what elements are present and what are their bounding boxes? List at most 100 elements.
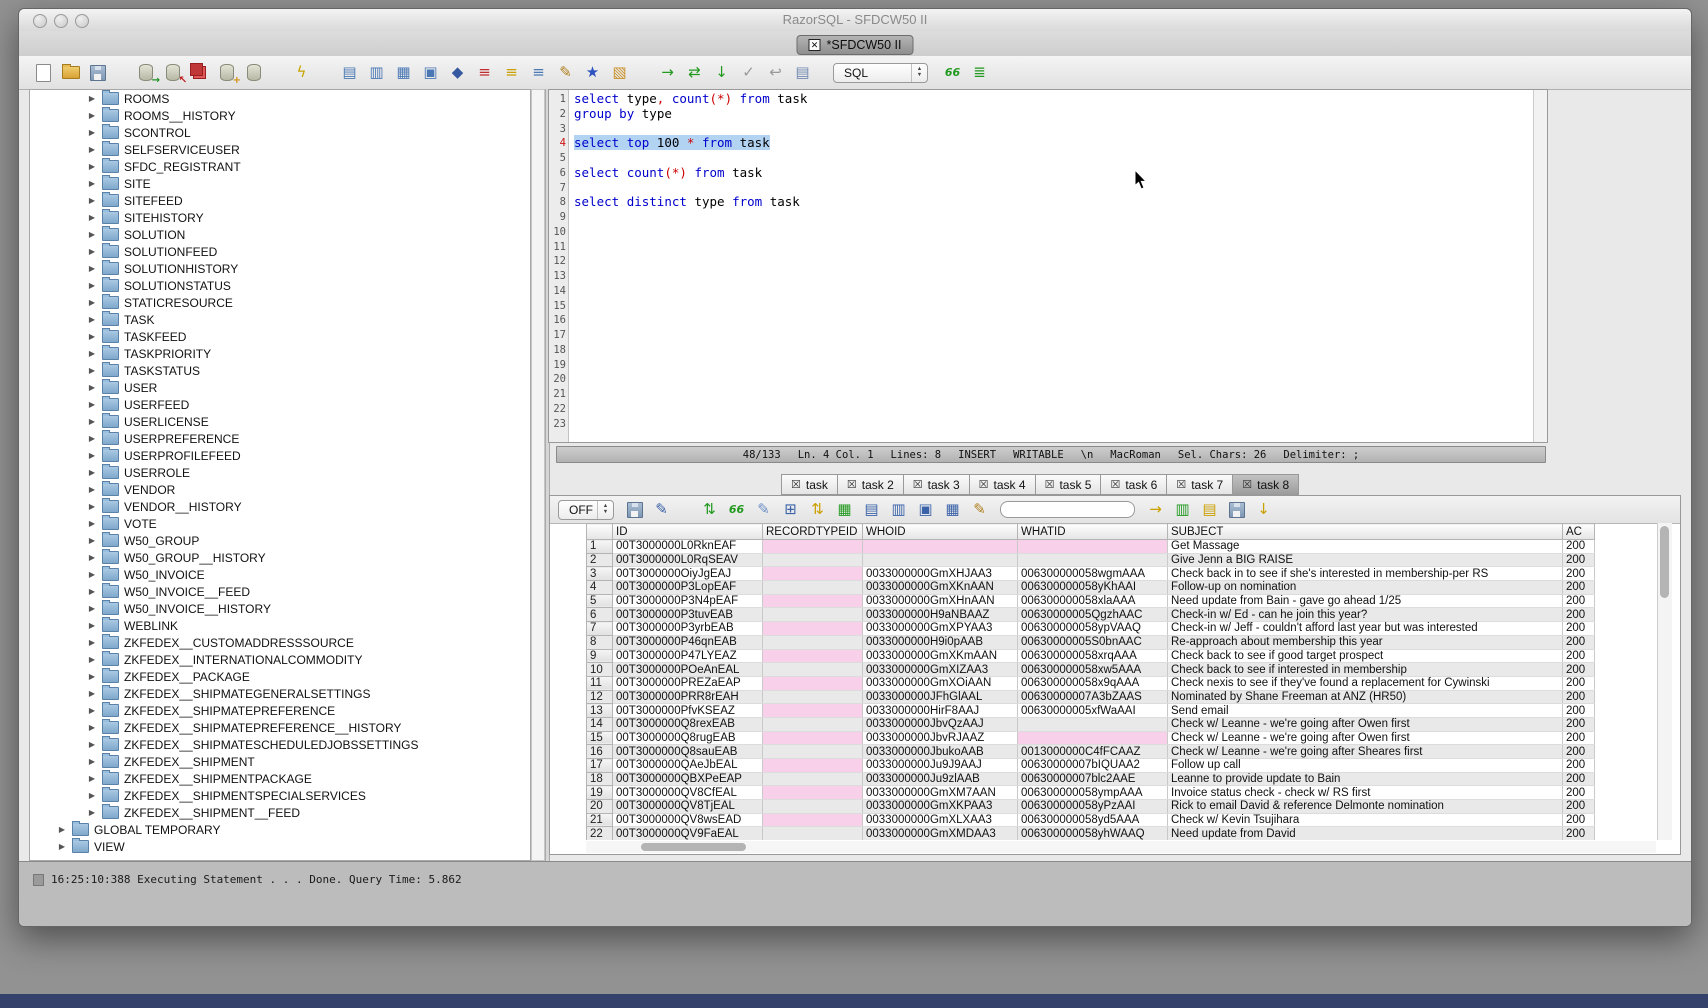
cell-whoid[interactable]: 0033000000GmXKnAAN (863, 581, 1018, 595)
cell-ac[interactable]: 200 (1563, 594, 1595, 608)
disclosure-triangle-icon[interactable]: ▶ (87, 774, 97, 783)
table-row[interactable]: 2000T3000000QV8TjEAL 0033000000GmXKPAA30… (587, 800, 1595, 814)
disclosure-triangle-icon[interactable]: ▶ (87, 298, 97, 307)
disclosure-triangle-icon[interactable]: ▶ (87, 519, 97, 528)
close-tab-icon[interactable]: ✕ (808, 39, 820, 51)
disclosure-triangle-icon[interactable]: ▶ (87, 706, 97, 715)
column-header-recordtypeid[interactable]: RECORDTYPEID (763, 524, 863, 540)
cell-whoid[interactable]: 0033000000GmXPYAA3 (863, 622, 1018, 636)
tree-item[interactable]: ▶SELFSERVICEUSER (30, 141, 530, 158)
cell-id[interactable]: 00T3000000Q8rugEAB (613, 731, 763, 745)
cell-whatid[interactable]: 00630000005xfWaAAI (1018, 704, 1168, 718)
row-count-icon[interactable]: ≣ (969, 62, 990, 83)
cell-ac[interactable]: 200 (1563, 690, 1595, 704)
cell-whatid[interactable]: 00630000005QgzhAAC (1018, 608, 1168, 622)
stepper-icon[interactable]: ▲▼ (597, 501, 613, 519)
cell-whatid[interactable]: 006300000058yKhAAI (1018, 581, 1168, 595)
tree-item[interactable]: ▶ZKFEDEX__SHIPMATEPREFERENCE (30, 702, 530, 719)
table-row[interactable]: 200T3000000L0RqSEAV Give Jenn a BIG RAIS… (587, 553, 1595, 567)
disclosure-triangle-icon[interactable]: ▶ (87, 638, 97, 647)
disclosure-triangle-icon[interactable]: ▶ (87, 315, 97, 324)
disclosure-triangle-icon[interactable]: ▶ (87, 468, 97, 477)
cell-whoid[interactable]: 0033000000HirF8AAJ (863, 704, 1018, 718)
open-file-icon[interactable] (60, 62, 81, 83)
result-tab-task-7[interactable]: ☒task 7 (1166, 474, 1232, 495)
cell-whoid[interactable]: 0033000000Ju9zlAAB (863, 772, 1018, 786)
disclosure-triangle-icon[interactable]: ▶ (87, 349, 97, 358)
result-tab-task-4[interactable]: ☒task 4 (969, 474, 1035, 495)
disclosure-triangle-icon[interactable]: ▶ (87, 230, 97, 239)
edit-table-icon[interactable]: ▣ (420, 62, 441, 83)
column-header-ac[interactable]: AC (1563, 524, 1595, 540)
tree-item[interactable]: ▶VENDOR (30, 481, 530, 498)
execute-fetch-icon[interactable]: ↓ (711, 62, 732, 83)
disclosure-triangle-icon[interactable]: ▶ (87, 196, 97, 205)
tree-item[interactable]: ▶VOTE (30, 515, 530, 532)
cell-recordtypeid[interactable] (763, 690, 863, 704)
cell-whoid[interactable]: 0033000000JFhGlAAL (863, 690, 1018, 704)
close-tab-icon[interactable]: ☒ (791, 478, 801, 491)
cell-id[interactable]: 00T3000000POeAnEAL (613, 663, 763, 677)
editor-scrollbar[interactable] (1533, 90, 1547, 442)
cell-recordtypeid[interactable] (763, 649, 863, 663)
result-tab-task-8[interactable]: ☒task 8 (1232, 474, 1299, 495)
disclosure-triangle-icon[interactable]: ▶ (87, 332, 97, 341)
disclosure-triangle-icon[interactable]: ▶ (87, 485, 97, 494)
cell-whoid[interactable]: 0033000000GmXOiAAN (863, 676, 1018, 690)
tree-item[interactable]: ▶VIEW (30, 838, 530, 855)
tree-item[interactable]: ▶SFDC_REGISTRANT (30, 158, 530, 175)
disclosure-triangle-icon[interactable]: ▶ (87, 145, 97, 154)
cell-subject[interactable]: Check back in to see if she's interested… (1168, 567, 1563, 581)
cell-recordtypeid[interactable] (763, 635, 863, 649)
cell-id[interactable]: 00T3000000Q8sauEAB (613, 745, 763, 759)
save-results-icon[interactable] (624, 499, 645, 520)
column-header-subject[interactable]: SUBJECT (1168, 524, 1563, 540)
cell-id[interactable]: 00T3000000QV8TjEAL (613, 800, 763, 814)
export-results-icon[interactable]: ▥ (1172, 499, 1193, 520)
cell-whatid[interactable] (1018, 540, 1168, 554)
cell-subject[interactable]: Check back to see if interested in membe… (1168, 663, 1563, 677)
tree-item[interactable]: ▶SOLUTIONHISTORY (30, 260, 530, 277)
cell-id[interactable]: 00T3000000P3yrbEAB (613, 622, 763, 636)
cell-recordtypeid[interactable] (763, 759, 863, 773)
copy-results-icon[interactable]: ▣ (915, 499, 936, 520)
cell-whoid[interactable]: 0033000000GmXM7AAN (863, 786, 1018, 800)
cell-ac[interactable]: 200 (1563, 717, 1595, 731)
cell-subject[interactable]: Leanne to provide update to Bain (1168, 772, 1563, 786)
tree-item[interactable]: ▶ZKFEDEX__SHIPMATEGENERALSETTINGS (30, 685, 530, 702)
document-tab[interactable]: ✕ *SFDCW50 II (796, 35, 913, 55)
cell-subject[interactable]: Give Jenn a BIG RAISE (1168, 553, 1563, 567)
tree-item[interactable]: ▶SITEFEED (30, 192, 530, 209)
tree-item[interactable]: ▶VENDOR__HISTORY (30, 498, 530, 515)
connect-db-icon[interactable]: → (135, 62, 156, 83)
cell-ac[interactable]: 200 (1563, 635, 1595, 649)
cell-subject[interactable]: Check-in w/ Ed - can he join this year? (1168, 608, 1563, 622)
cell-id[interactable]: 00T3000000P3LopEAF (613, 581, 763, 595)
cell-whatid[interactable]: 006300000058yd5AAA (1018, 813, 1168, 827)
cell-whatid[interactable]: 006300000058xlaAAA (1018, 594, 1168, 608)
disclosure-triangle-icon[interactable]: ▶ (87, 247, 97, 256)
cell-subject[interactable]: Check w/ Leanne - we're going after Owen… (1168, 731, 1563, 745)
tree-item[interactable]: ▶USERPROFILEFEED (30, 447, 530, 464)
describe-66-icon[interactable]: 66 (942, 62, 963, 83)
execute-sql-icon[interactable]: → (657, 62, 678, 83)
cell-ac[interactable]: 200 (1563, 567, 1595, 581)
table-row[interactable]: 500T3000000P3N4pEAF 0033000000GmXHnAAN00… (587, 594, 1595, 608)
tree-item[interactable]: ▶GLOBAL TEMPORARY (30, 821, 530, 838)
cell-recordtypeid[interactable] (763, 581, 863, 595)
disclosure-triangle-icon[interactable]: ▶ (57, 825, 67, 834)
find-next-icon[interactable]: → (1145, 499, 1166, 520)
cell-ac[interactable]: 200 (1563, 786, 1595, 800)
table-row[interactable]: 1400T3000000Q8rexEAB 0033000000JbvQzAAJ … (587, 717, 1595, 731)
tree-item[interactable]: ▶ZKFEDEX__PACKAGE (30, 668, 530, 685)
tree-item[interactable]: ▶SITEHISTORY (30, 209, 530, 226)
table-row[interactable]: 1000T3000000POeAnEAL 0033000000GmXIZAA30… (587, 663, 1595, 677)
cell-ac[interactable]: 200 (1563, 813, 1595, 827)
cell-whatid[interactable]: 006300000058x9qAAA (1018, 676, 1168, 690)
db-browser-icon[interactable]: ◆ (447, 62, 468, 83)
disclosure-triangle-icon[interactable]: ▶ (87, 179, 97, 188)
disclosure-triangle-icon[interactable]: ▶ (87, 655, 97, 664)
disclosure-triangle-icon[interactable]: ▶ (87, 417, 97, 426)
describe-icon[interactable]: ▤ (861, 499, 882, 520)
cell-whatid[interactable]: 00630000007bIQUAA2 (1018, 759, 1168, 773)
